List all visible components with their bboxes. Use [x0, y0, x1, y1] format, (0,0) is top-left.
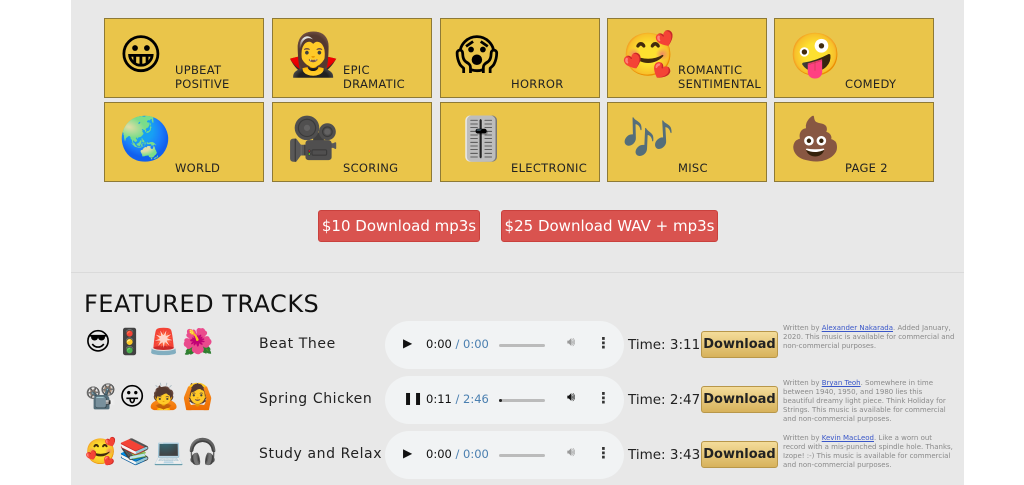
genre-label: ELECTRONIC — [511, 161, 588, 175]
track-time: Time: 3:43 — [628, 447, 700, 463]
play-icon[interactable]: ▶ — [403, 446, 412, 460]
genre-emoji-icon: 😱 — [455, 30, 499, 79]
duration-time: / 2:46 — [451, 392, 489, 406]
genre-emoji-icon: 🌏 — [119, 114, 172, 163]
genre-emoji-icon: 🧛‍♀️ — [287, 30, 340, 79]
duration-time: / 0:00 — [451, 447, 489, 461]
seek-progress — [499, 399, 503, 402]
current-time: 0:00 — [426, 337, 452, 351]
section-divider — [71, 272, 964, 273]
seek-bar[interactable] — [499, 454, 545, 457]
track-emoji-icons: 😎🚦🚨🌺 — [85, 327, 217, 356]
time-prefix: Time: — [628, 337, 666, 353]
genre-emoji-icon: 🎶 — [622, 114, 675, 163]
download-button[interactable]: Download — [701, 331, 778, 358]
genre-label: ROMANTIC SENTIMENTAL — [678, 63, 762, 91]
player-time: 0:00 / 0:00 — [426, 337, 489, 351]
genre-tile[interactable]: 😱 HORROR — [440, 18, 600, 98]
track-emoji-icons: 🥰📚💻🎧 — [85, 437, 222, 466]
time-value: 2:47 — [669, 392, 701, 408]
more-options-icon[interactable]: ⋮ — [596, 444, 611, 462]
audio-player[interactable]: ❚❚ 0:11 / 2:46 🔊︎ ⋮ — [385, 376, 624, 424]
time-prefix: Time: — [628, 447, 666, 463]
purchase-buttons: $10 Download mp3s $25 Download WAV + mp3… — [71, 210, 964, 242]
page-panel: 😀 UPBEAT POSITIVE 🧛‍♀️ EPIC DRAMATIC 😱 HORROR… — [71, 0, 964, 485]
genre-emoji-icon: 🎚️ — [455, 114, 508, 163]
pause-icon[interactable]: ❚❚ — [403, 391, 423, 405]
genre-label: COMEDY — [845, 77, 897, 91]
duration-value: 0:00 — [463, 447, 489, 461]
genre-label: UPBEAT POSITIVE — [175, 63, 230, 91]
genre-emoji-icon: 🎥 — [287, 114, 340, 163]
volume-icon[interactable]: 🔊︎ — [567, 335, 575, 350]
time-value: 3:43 — [669, 447, 701, 463]
more-options-icon[interactable]: ⋮ — [596, 389, 611, 407]
genre-label: PAGE 2 — [845, 161, 888, 175]
genre-emoji-icon: 🤪 — [789, 30, 842, 79]
player-time: 0:00 / 0:00 — [426, 447, 489, 461]
genre-label: WORLD — [175, 161, 221, 175]
current-time: 0:00 — [426, 447, 452, 461]
track-credit: Written by Alexander Nakarada. Added Jan… — [783, 324, 955, 351]
track-emoji-icons: 📽️😛🙇🙆 — [85, 382, 217, 411]
track-time: Time: 2:47 — [628, 392, 700, 408]
track-row: 📽️😛🙇🙆 Spring Chicken ❚❚ 0:11 / 2:46 🔊︎ ⋮… — [71, 376, 964, 426]
credit-prefix: Written by — [783, 379, 822, 387]
genre-label: MISC — [678, 161, 708, 175]
more-options-icon[interactable]: ⋮ — [596, 334, 611, 352]
genre-emoji-icon: 😀 — [119, 30, 163, 79]
buy-mp3s-button[interactable]: $10 Download mp3s — [318, 210, 480, 242]
featured-tracks-heading: FEATURED TRACKS — [84, 290, 320, 318]
genre-label: HORROR — [511, 77, 564, 91]
genre-tile[interactable]: 🎚️ ELECTRONIC — [440, 102, 600, 182]
track-credit: Written by Kevin MacLeod. Like a worn ou… — [783, 434, 955, 470]
genre-label: EPIC DRAMATIC — [343, 63, 405, 91]
track-row: 🥰📚💻🎧 Study and Relax ▶ 0:00 / 0:00 🔊︎ ⋮ … — [71, 431, 964, 481]
play-icon[interactable]: ▶ — [403, 336, 412, 350]
volume-icon[interactable]: 🔊︎ — [567, 445, 575, 460]
track-title: Spring Chicken — [259, 391, 373, 407]
buy-wav-mp3s-button[interactable]: $25 Download WAV + mp3s — [501, 210, 718, 242]
genre-tile[interactable]: 🧛‍♀️ EPIC DRAMATIC — [272, 18, 432, 98]
audio-player[interactable]: ▶ 0:00 / 0:00 🔊︎ ⋮ — [385, 431, 624, 479]
volume-icon[interactable]: 🔊︎ — [567, 390, 575, 405]
time-prefix: Time: — [628, 392, 666, 408]
genre-tile[interactable]: 😀 UPBEAT POSITIVE — [104, 18, 264, 98]
genre-tile[interactable]: 🌏 WORLD — [104, 102, 264, 182]
track-time: Time: 3:11 — [628, 337, 700, 353]
seek-bar[interactable] — [499, 399, 545, 402]
author-link[interactable]: Bryan Teoh — [822, 379, 861, 387]
player-time: 0:11 / 2:46 — [426, 392, 489, 406]
audio-player[interactable]: ▶ 0:00 / 0:00 🔊︎ ⋮ — [385, 321, 624, 369]
credit-prefix: Written by — [783, 324, 822, 332]
genre-emoji-icon: 💩 — [789, 114, 842, 163]
genre-label: SCORING — [343, 161, 399, 175]
track-title: Beat Thee — [259, 336, 336, 352]
download-button[interactable]: Download — [701, 386, 778, 413]
seek-bar[interactable] — [499, 344, 545, 347]
duration-time: / 0:00 — [451, 337, 489, 351]
track-title: Study and Relax — [259, 446, 383, 462]
time-value: 3:11 — [669, 337, 701, 353]
genre-tile[interactable]: 🎥 SCORING — [272, 102, 432, 182]
genre-tile[interactable]: 💩 PAGE 2 — [774, 102, 934, 182]
duration-value: 2:46 — [463, 392, 489, 406]
credit-prefix: Written by — [783, 434, 822, 442]
download-button[interactable]: Download — [701, 441, 778, 468]
genre-tile[interactable]: 🤪 COMEDY — [774, 18, 934, 98]
genre-tile[interactable]: 🎶 MISC — [607, 102, 767, 182]
track-credit: Written by Bryan Teoh. Somewhere in time… — [783, 379, 955, 424]
author-link[interactable]: Kevin MacLeod — [822, 434, 874, 442]
genre-emoji-icon: 🥰 — [622, 30, 675, 79]
track-row: 😎🚦🚨🌺 Beat Thee ▶ 0:00 / 0:00 🔊︎ ⋮ Time: … — [71, 321, 964, 371]
current-time: 0:11 — [426, 392, 452, 406]
genre-tile[interactable]: 🥰 ROMANTIC SENTIMENTAL — [607, 18, 767, 98]
duration-value: 0:00 — [463, 337, 489, 351]
author-link[interactable]: Alexander Nakarada — [822, 324, 893, 332]
